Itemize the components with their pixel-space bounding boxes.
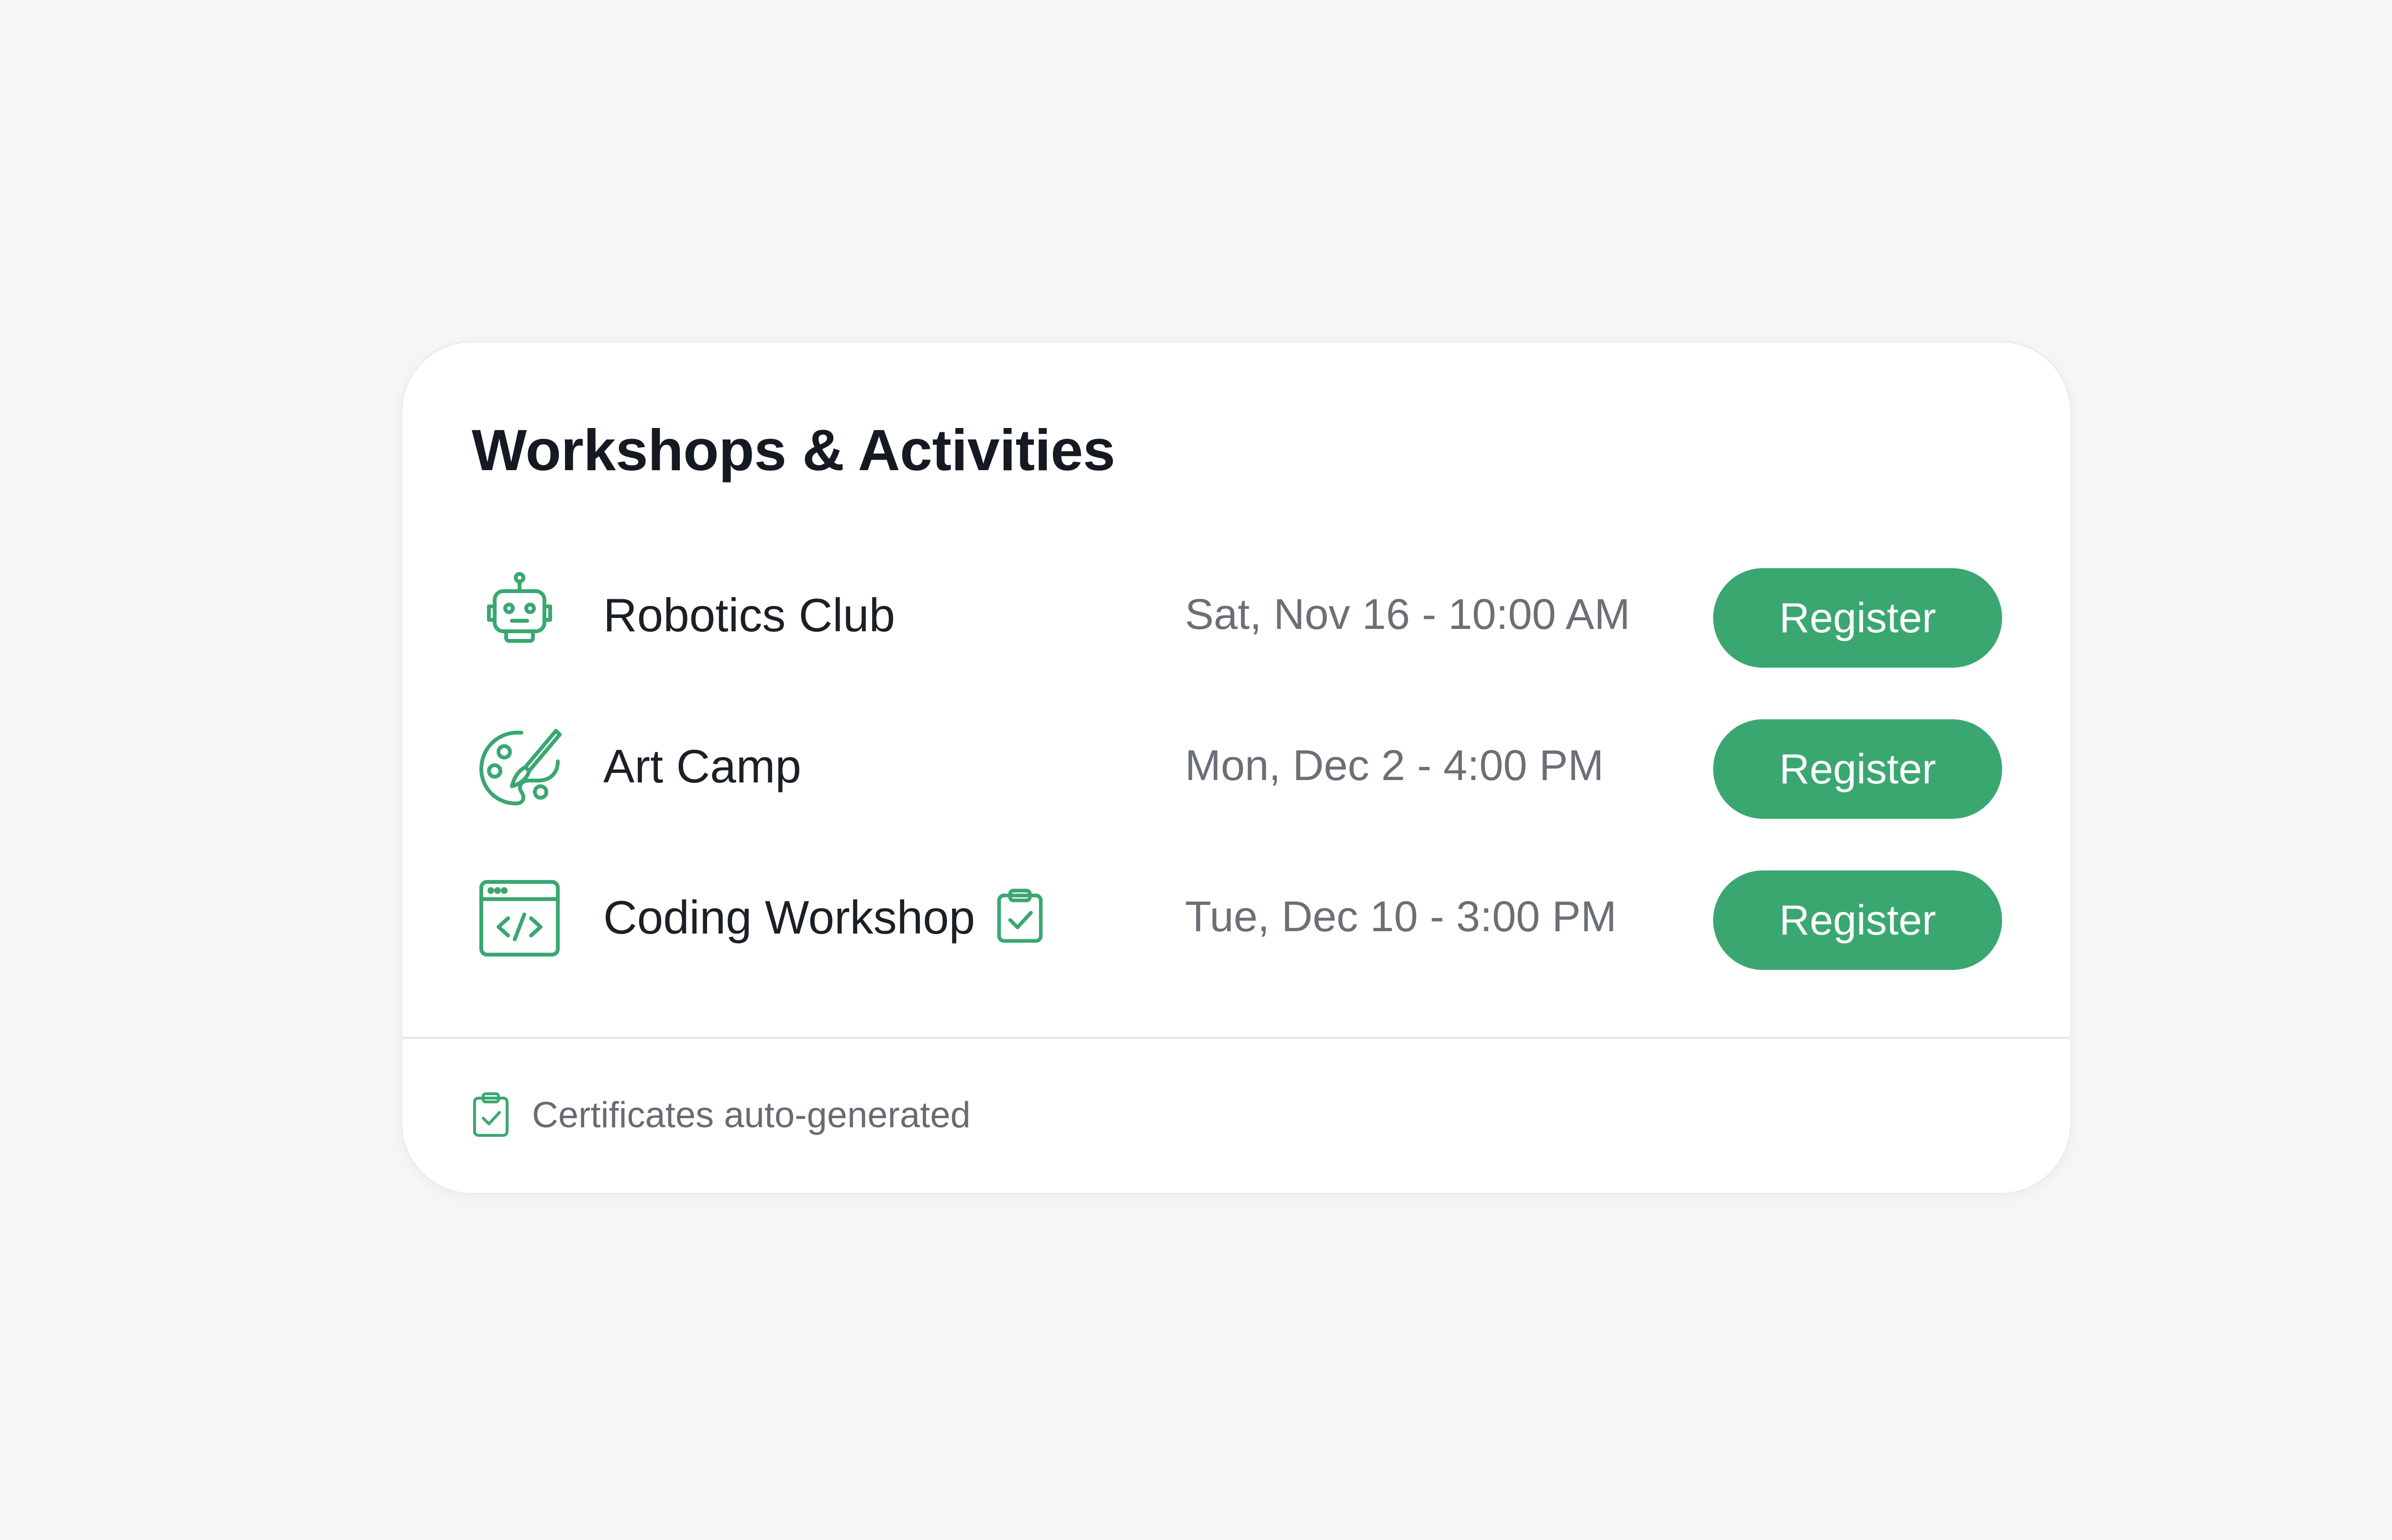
activity-name-text: Coding Workshop [603,891,975,944]
page-canvas: Workshops & Activities Robotics Club Sat… [0,0,2392,1540]
code-window-icon [472,870,567,966]
certificate-badge-icon [997,889,1043,943]
activity-name: Art Camp [603,740,801,792]
footer-divider [402,1037,2070,1039]
footer-note: Certificates auto-generated [532,1094,971,1135]
register-button-art-camp[interactable]: Register [1713,719,2002,819]
card-footer: Certificates auto-generated [472,1086,971,1144]
activity-date: Sat, Nov 16 - 10:00 AM [1185,591,1630,638]
activity-date: Tue, Dec 10 - 3:00 PM [1185,893,1617,941]
register-button-coding[interactable]: Register [1713,870,2002,970]
register-button-robotics[interactable]: Register [1713,568,2002,668]
palette-icon [472,719,567,815]
workshops-card: Workshops & Activities Robotics Club Sat… [401,341,2071,1194]
activity-row-robotics: Robotics Club Sat, Nov 16 - 10:00 AM Reg… [402,568,2070,673]
card-title: Workshops & Activities [472,418,1115,483]
activity-row-coding: Coding Workshop Tue, Dec 10 - 3:00 PM Re… [402,870,2070,976]
clipboard-check-icon [473,1092,509,1137]
activity-name: Robotics Club [603,589,896,641]
activity-date: Mon, Dec 2 - 4:00 PM [1185,742,1604,790]
robot-icon [472,568,567,664]
activity-name: Coding Workshop [603,889,1045,949]
activity-row-art-camp: Art Camp Mon, Dec 2 - 4:00 PM Register [402,719,2070,825]
